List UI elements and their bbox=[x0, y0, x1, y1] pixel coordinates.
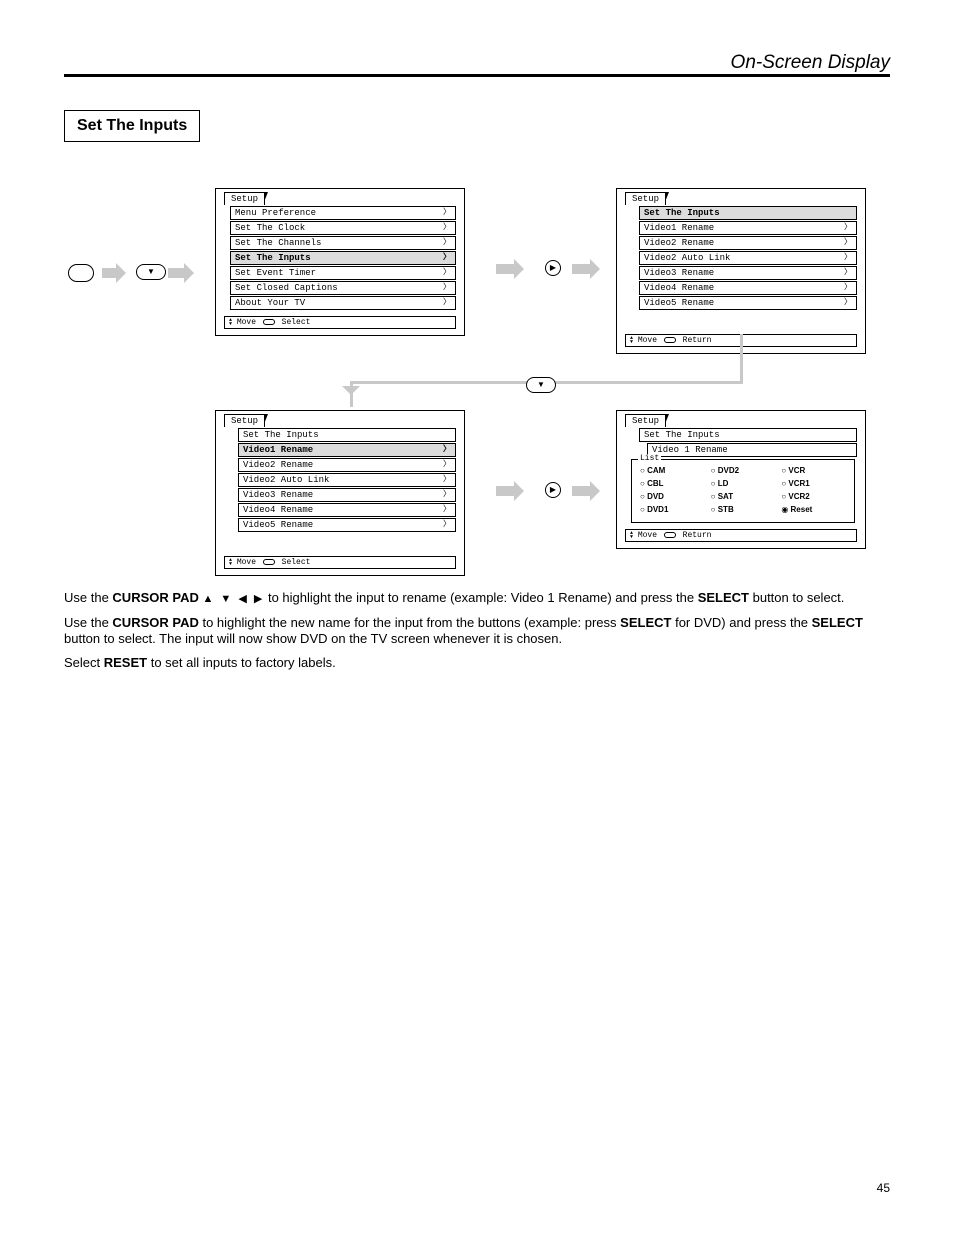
menu-item[interactable]: Video4 Rename〉 bbox=[639, 281, 857, 295]
menu-item[interactable]: Set Closed Captions〉 bbox=[230, 281, 456, 295]
osd-subtab: Set The Inputs bbox=[639, 428, 857, 442]
osd-footer: ▲▼ Move Return bbox=[625, 529, 857, 542]
flow-line bbox=[740, 334, 743, 384]
arrow-down-icon bbox=[349, 388, 352, 390]
osd-screen-set-inputs: Setup Set The Inputs Video1 Rename〉 Vide… bbox=[616, 188, 866, 354]
osd-tab: Setup bbox=[625, 192, 666, 205]
remote-menu-button[interactable] bbox=[68, 264, 94, 282]
chevron-right-icon: ▶ bbox=[550, 485, 556, 494]
menu-item[interactable]: Video3 Rename〉 bbox=[639, 266, 857, 280]
osd-footer: ▲▼ Move Select bbox=[224, 316, 456, 329]
menu-item[interactable]: Video1 Rename〉 bbox=[238, 443, 456, 457]
radio-option[interactable]: VCR1 bbox=[781, 479, 846, 488]
cursor-arrows-icon: ▲ ▼ ◀ ▶ bbox=[202, 593, 264, 605]
menu-item[interactable]: Set The Clock〉 bbox=[230, 221, 456, 235]
radio-option[interactable]: DVD2 bbox=[711, 466, 776, 475]
menu-item[interactable]: Video2 Auto Link〉 bbox=[238, 473, 456, 487]
osd-tab: Setup bbox=[224, 192, 265, 205]
menu-item[interactable]: Video3 Rename〉 bbox=[238, 488, 456, 502]
arrow-icon bbox=[572, 486, 594, 496]
instruction-paragraph: Select RESET to set all inputs to factor… bbox=[64, 655, 890, 671]
page-number: 45 bbox=[0, 1181, 890, 1195]
menu-item[interactable]: Set The Inputs〉 bbox=[230, 251, 456, 265]
radio-option[interactable]: VCR bbox=[781, 466, 846, 475]
remote-cursor-down-button[interactable]: ▼ bbox=[136, 264, 166, 280]
radio-option[interactable]: DVD bbox=[640, 492, 705, 501]
select-icon bbox=[263, 319, 275, 325]
osd-subtab-2: Video 1 Rename bbox=[647, 443, 857, 457]
updown-icon: ▲▼ bbox=[630, 336, 633, 344]
flow-diagram: ▼ Setup Menu Preference〉 Set The Clock〉 … bbox=[60, 188, 890, 568]
select-icon bbox=[664, 337, 676, 343]
radio-option[interactable]: VCR2 bbox=[781, 492, 846, 501]
radio-option[interactable]: STB bbox=[711, 505, 776, 514]
menu-item[interactable]: Set Event Timer〉 bbox=[230, 266, 456, 280]
radio-option[interactable]: LD bbox=[711, 479, 776, 488]
radio-option[interactable]: Reset bbox=[781, 505, 846, 514]
select-icon bbox=[664, 532, 676, 538]
menu-item[interactable]: Set The Channels〉 bbox=[230, 236, 456, 250]
instructions: Use the CURSOR PAD ▲ ▼ ◀ ▶ to highlight … bbox=[64, 590, 890, 680]
radio-option[interactable]: DVD1 bbox=[640, 505, 705, 514]
radio-option[interactable]: SAT bbox=[711, 492, 776, 501]
section-title: Set The Inputs bbox=[64, 110, 200, 142]
menu-item[interactable]: About Your TV〉 bbox=[230, 296, 456, 310]
menu-item[interactable]: Video2 Rename〉 bbox=[238, 458, 456, 472]
menu-item[interactable]: Video1 Rename〉 bbox=[639, 221, 857, 235]
rename-list: List CAM DVD2 VCR CBL LD VCR1 DVD SAT VC… bbox=[631, 459, 855, 523]
osd-subtab: Set The Inputs bbox=[238, 428, 456, 442]
radio-option[interactable]: CBL bbox=[640, 479, 705, 488]
radio-option[interactable]: CAM bbox=[640, 466, 705, 475]
menu-item[interactable]: Video2 Auto Link〉 bbox=[639, 251, 857, 265]
arrow-icon bbox=[572, 264, 594, 274]
chevron-down-icon: ▼ bbox=[537, 380, 545, 389]
header-rule bbox=[64, 74, 890, 77]
page-header: On-Screen Display bbox=[660, 52, 890, 74]
menu-item[interactable]: Video2 Rename〉 bbox=[639, 236, 857, 250]
chevron-down-icon: ▼ bbox=[147, 267, 155, 276]
chevron-right-icon: ▶ bbox=[550, 263, 556, 272]
menu-item[interactable]: Menu Preference〉 bbox=[230, 206, 456, 220]
osd-footer: ▲▼ Move Select bbox=[224, 556, 456, 569]
osd-screen-set-inputs-highlighted: Setup Set The Inputs Video1 Rename〉 Vide… bbox=[215, 410, 465, 576]
osd-screen-setup: Setup Menu Preference〉 Set The Clock〉 Se… bbox=[215, 188, 465, 336]
osd-subtab: Set The Inputs bbox=[639, 206, 857, 220]
arrow-icon bbox=[102, 268, 120, 278]
select-icon bbox=[263, 559, 275, 565]
updown-icon: ▲▼ bbox=[229, 558, 232, 566]
rename-options-grid: CAM DVD2 VCR CBL LD VCR1 DVD SAT VCR2 DV… bbox=[640, 466, 846, 514]
arrow-icon bbox=[168, 268, 188, 278]
menu-item[interactable]: Video4 Rename〉 bbox=[238, 503, 456, 517]
osd-screen-video1-rename: Setup Set The Inputs Video 1 Rename List… bbox=[616, 410, 866, 549]
arrow-icon bbox=[496, 264, 518, 274]
osd-tab: Setup bbox=[625, 414, 666, 427]
remote-cursor-right-button[interactable]: ▶ bbox=[545, 482, 561, 498]
arrow-icon bbox=[496, 486, 518, 496]
updown-icon: ▲▼ bbox=[229, 318, 232, 326]
remote-cursor-right-button[interactable]: ▶ bbox=[545, 260, 561, 276]
osd-tab: Setup bbox=[224, 414, 265, 427]
instruction-paragraph: Use the CURSOR PAD ▲ ▼ ◀ ▶ to highlight … bbox=[64, 590, 890, 607]
menu-item[interactable]: Video5 Rename〉 bbox=[639, 296, 857, 310]
instruction-paragraph: Use the CURSOR PAD to highlight the new … bbox=[64, 615, 890, 648]
remote-cursor-down-button[interactable]: ▼ bbox=[526, 377, 556, 393]
list-legend: List bbox=[638, 454, 661, 463]
menu-item[interactable]: Video5 Rename〉 bbox=[238, 518, 456, 532]
updown-icon: ▲▼ bbox=[630, 531, 633, 539]
